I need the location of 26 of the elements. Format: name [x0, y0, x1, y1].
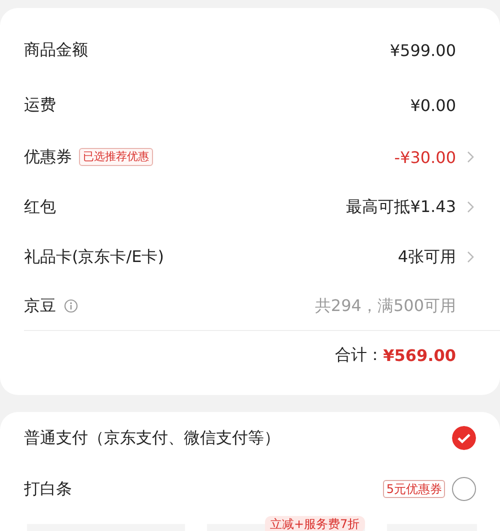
fee-label: 京豆: [24, 296, 56, 316]
fee-value: -¥30.00: [394, 148, 456, 166]
payment-option[interactable]: 普通支付（京东支付、微信支付等）: [24, 428, 280, 448]
fee-value: 共294，满500可用: [314, 296, 456, 316]
promo-badge: 立减+服务费7折: [265, 516, 365, 531]
fee-value: 最高可抵¥1.43: [346, 196, 456, 218]
total-value: ¥569.00: [383, 346, 456, 365]
fee-label: 红包: [24, 196, 56, 218]
fee-label: 商品金额: [24, 40, 88, 60]
chevron-icon[interactable]: [467, 251, 474, 263]
coupon-tag: 5元优惠券: [383, 480, 445, 498]
plan-option[interactable]: 立减+服务费7折: [207, 516, 365, 531]
fee-value: 4张可用: [398, 246, 456, 268]
fee-label: 优惠券: [24, 146, 72, 168]
payment-option[interactable]: 打白条: [24, 478, 72, 500]
fee-label: 礼品卡(京东卡/E卡): [24, 246, 164, 268]
coupon-tag: 已选推荐优惠: [79, 148, 153, 166]
radio-button[interactable]: [452, 477, 476, 501]
fee-value: ¥599.00: [390, 40, 456, 60]
fee-label: 运费: [24, 94, 56, 116]
total-label: 合计：: [335, 345, 384, 366]
chevron-icon[interactable]: [467, 201, 474, 213]
info-icon[interactable]: [64, 299, 78, 313]
chevron-icon[interactable]: [467, 151, 474, 163]
radio-checked-icon[interactable]: [452, 426, 476, 450]
fee-value: ¥0.00: [410, 96, 456, 114]
